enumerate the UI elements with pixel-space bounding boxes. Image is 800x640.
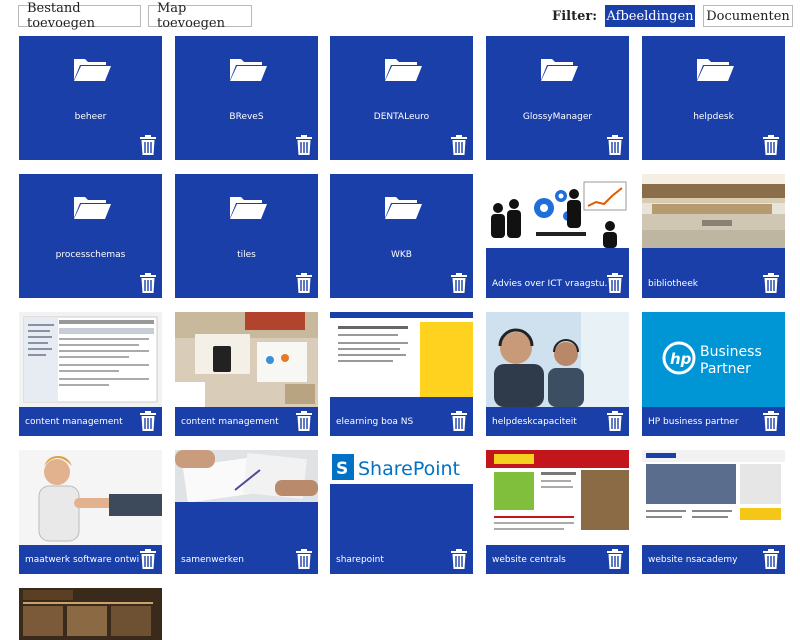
image-label: bibliotheek [648,279,698,289]
folder-label: WKB [391,250,412,260]
thumbnail-sharepoint-logo: S SharePoint [330,450,473,484]
image-tile-elearning[interactable]: elearning boa NS [330,312,473,436]
trash-icon[interactable] [296,273,312,293]
image-tile-website-centrals[interactable]: website centrals [486,450,629,574]
thumbnail-call-center [486,312,629,407]
trash-icon[interactable] [451,135,467,155]
thumbnail-elearning [330,312,473,407]
folder-icon [228,56,268,82]
folder-label: BReveS [229,112,264,122]
trash-icon[interactable] [763,135,779,155]
trash-icon[interactable] [763,273,779,293]
svg-text:hp: hp [670,350,692,368]
thumbnail-cms-screenshot [19,312,162,407]
folder-tile-beheer[interactable]: beheer [19,36,162,160]
image-tile-content-management-1[interactable]: content management [19,312,162,436]
folder-label: beheer [74,112,107,122]
thumbnail-ict-advice [486,174,629,248]
folder-tile-helpdesk[interactable]: helpdesk [642,36,785,160]
thumbnail-handshake [19,450,162,545]
folder-label: GlossyManager [522,112,593,122]
folder-icon [539,56,579,82]
trash-icon[interactable] [451,549,467,569]
thumbnail-desk [175,312,318,407]
image-label: HP business partner [648,417,739,427]
thumbnail-hp-partner: hp Business Partner [642,312,785,407]
trash-icon[interactable] [296,135,312,155]
trash-icon[interactable] [763,411,779,431]
image-tile-bibliotheek[interactable]: bibliotheek [642,174,785,298]
add-folder-button[interactable]: Map toevoegen [148,1,252,31]
image-tile-content-management-2[interactable]: content management [175,312,318,436]
image-label: website nsacademy [648,555,738,565]
image-label: content management [25,417,123,427]
filter-documents-button[interactable]: Documenten [703,5,793,27]
image-label: content management [181,417,279,427]
image-tile-advies[interactable]: Advies over ICT vraagstu... [486,174,629,298]
folder-label: processchemas [55,250,126,260]
folder-icon [72,56,112,82]
thumbnail-library [642,174,785,248]
trash-icon[interactable] [607,135,623,155]
trash-icon[interactable] [296,411,312,431]
image-tile-sharepoint[interactable]: S SharePoint sharepoint [330,450,473,574]
folder-label: DENTALeuro [373,112,430,122]
trash-icon[interactable] [607,411,623,431]
trash-icon[interactable] [296,549,312,569]
hp-business-text: Business [700,344,762,360]
trash-icon[interactable] [140,411,156,431]
image-label: Advies over ICT vraagstu... [492,279,607,289]
folder-icon [695,56,735,82]
image-label: sharepoint [336,555,384,565]
folder-icon [383,194,423,220]
trash-icon[interactable] [140,549,156,569]
hp-partner-text: Partner [700,361,751,377]
thumbnail-centrals-website [486,450,629,545]
image-tile-website-nsacademy[interactable]: website nsacademy [642,450,785,574]
image-label: maatwerk software ontwi... [25,555,140,565]
image-label: website centrals [492,555,566,565]
svg-text:S: S [336,459,348,479]
image-tile-maatwerk-software[interactable]: maatwerk software ontwi... [19,450,162,574]
thumbnail-wood-website [19,588,162,640]
image-tile-webshop[interactable] [19,588,162,640]
filter-images-button[interactable]: Afbeeldingen [605,5,695,27]
folder-tile-processchemas[interactable]: processchemas [19,174,162,298]
thumbnail-collaboration [175,450,318,502]
sharepoint-logo-text: SharePoint [358,458,460,480]
trash-icon[interactable] [451,411,467,431]
trash-icon[interactable] [451,273,467,293]
thumbnail-nsacademy-website [642,450,785,545]
trash-icon[interactable] [140,135,156,155]
image-tile-helpdeskcapaciteit[interactable]: helpdeskcapaciteit [486,312,629,436]
folder-label: helpdesk [693,112,734,122]
trash-icon[interactable] [763,549,779,569]
trash-icon[interactable] [607,549,623,569]
folder-icon [228,194,268,220]
toolbar: Bestand toevoegen Map toevoegen Filter: … [0,0,800,34]
folder-tile-breves[interactable]: BReveS [175,36,318,160]
folder-tile-tiles[interactable]: tiles [175,174,318,298]
folder-tile-dentaleuro[interactable]: DENTALeuro [330,36,473,160]
image-label: samenwerken [181,555,244,565]
image-tile-hp-business-partner[interactable]: hp Business Partner HP business partner [642,312,785,436]
filter-label: Filter: [552,9,598,24]
trash-icon[interactable] [140,273,156,293]
folder-tile-wkb[interactable]: WKB [330,174,473,298]
folder-icon [72,194,112,220]
folder-label: tiles [237,250,256,260]
image-tile-samenwerken[interactable]: samenwerken [175,450,318,574]
add-file-button[interactable]: Bestand toevoegen [18,1,141,31]
trash-icon[interactable] [607,273,623,293]
image-label: helpdeskcapaciteit [492,417,577,427]
image-label: elearning boa NS [336,417,414,427]
folder-tile-glossymanager[interactable]: GlossyManager [486,36,629,160]
folder-icon [383,56,423,82]
